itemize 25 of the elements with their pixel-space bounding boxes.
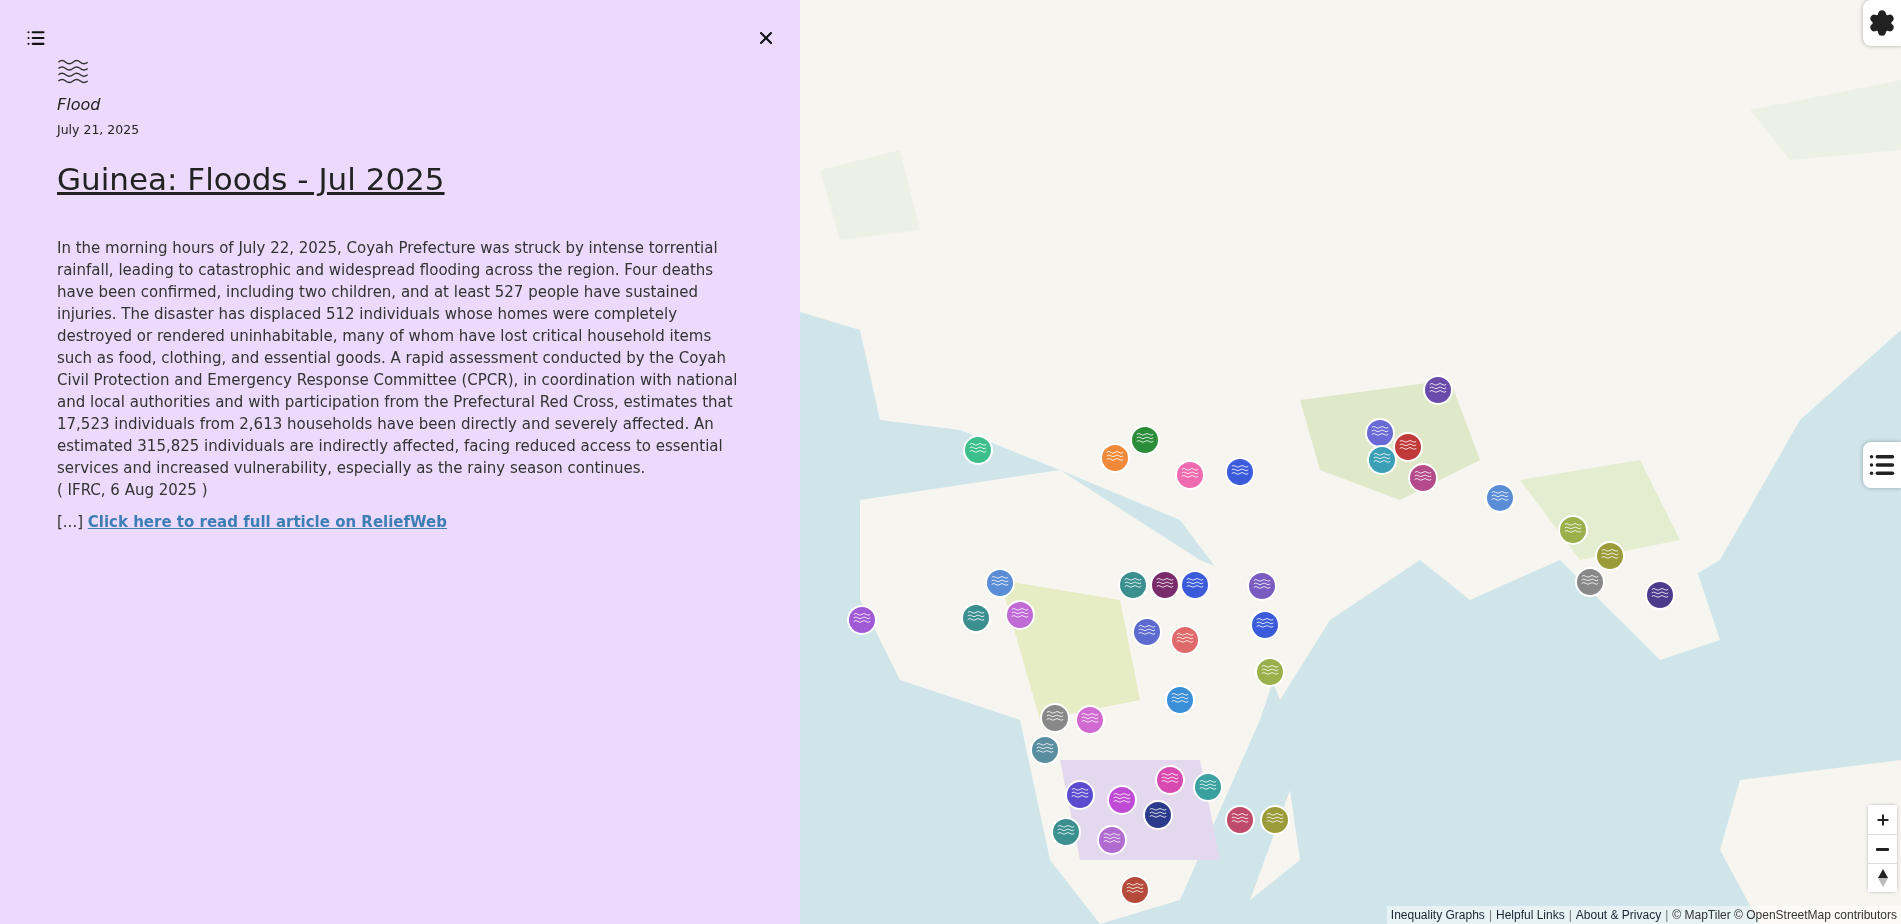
read-more-line: [...] Click here to read full article on ReliefWeb [57,513,447,532]
attribution-link[interactable]: Helpful Links [1496,908,1565,922]
compass-icon [1877,869,1888,887]
copyright-text: © MapTiler © OpenStreetMap contributors [1672,908,1897,922]
minus-icon [1876,847,1889,851]
separator: | [1568,908,1572,922]
zoom-out-button[interactable] [1868,834,1897,863]
menu-button[interactable] [26,28,46,48]
article-title[interactable]: Guinea: Floods - Jul 2025 [57,161,445,198]
waves-icon [57,58,89,86]
separator: | [1488,908,1492,922]
date-label: July 21, 2025 [57,122,141,138]
separator: | [1665,908,1669,922]
list-button[interactable] [1863,442,1901,488]
gear-icon [1868,9,1896,37]
category-label: Flood [57,95,102,115]
compass-button[interactable] [1868,863,1897,892]
article-body: In the morning hours of July 22, 2025, Coyah Prefecture was struck by intense torrential rainfall, leading to catastrophic and widespread flooding across the region. Four deaths have been confirmed, including two children, and at least 527 people have sustained injuries. The disaster has displaced 512 individuals whose homes were completely destroyed or rendered uninhabitable, many of whom have lost critical household items such as food, clothing, and essential goods. A rapid assessment conducted by the Coyah Civil Protection and Emergency Response Committee (CPCR), in coordination with national and local authorities and with participation from the Prefectural Red Cross, estimates that 17,523 individuals from 2,613 households have been directly and severely affected. An estimated 315,825 individuals are indirectly affected, facing reduced access to essential services and increased vulnerability, especially as the rainy season continues. [57,238,739,480]
list-icon [26,28,46,48]
attribution-link[interactable]: About & Privacy [1575,908,1662,922]
zoom-in-button[interactable] [1868,805,1897,834]
attribution-link[interactable]: Inequality Graphs [1390,908,1485,922]
settings-button[interactable] [1863,0,1901,46]
plus-icon [1874,811,1891,828]
source-label: ( IFRC, 6 Aug 2025 ) [57,480,208,502]
